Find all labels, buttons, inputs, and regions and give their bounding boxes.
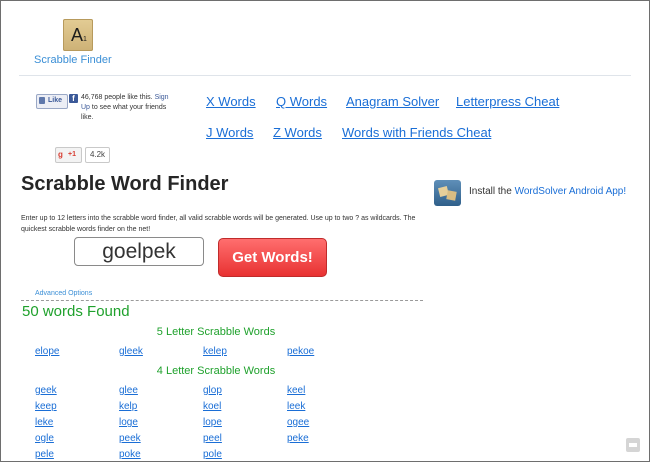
nav-link-x-words[interactable]: X Words <box>206 94 256 109</box>
install-prefix: Install the <box>469 186 515 197</box>
nav-link-q-words[interactable]: Q Words <box>276 94 327 109</box>
thumbs-up-icon <box>39 97 45 104</box>
facebook-like-count: 46,768 people like this. <box>81 94 153 101</box>
word-link[interactable]: pole <box>203 449 222 460</box>
words-found-count: 50 words Found <box>22 303 130 320</box>
word-link[interactable]: keel <box>287 385 305 396</box>
word-link[interactable]: ogee <box>287 417 309 428</box>
facebook-like-label: Like <box>48 97 63 104</box>
android-app-icon[interactable] <box>434 180 461 206</box>
google-plus-icon: g <box>58 150 63 159</box>
word-link[interactable]: poke <box>119 449 141 460</box>
logo-tile-points: 1 <box>83 36 87 43</box>
results-divider <box>21 300 423 301</box>
word-link[interactable]: kelp <box>119 401 137 412</box>
google-plus-count: 4.2k <box>85 147 110 163</box>
word-link[interactable]: geek <box>35 385 57 396</box>
header-divider <box>19 75 631 76</box>
nav-link-anagram-solver[interactable]: Anagram Solver <box>346 94 439 109</box>
word-link[interactable]: leke <box>35 417 53 428</box>
word-link[interactable]: elope <box>35 346 59 357</box>
word-link[interactable]: gleek <box>119 346 143 357</box>
nav-link-words-with-friends-cheat[interactable]: Words with Friends Cheat <box>342 125 491 140</box>
word-link[interactable]: kelep <box>203 346 227 357</box>
site-logo-text[interactable]: Scrabble Finder <box>34 54 112 66</box>
word-link[interactable]: leek <box>287 401 305 412</box>
facebook-like-button[interactable]: Like <box>36 94 68 109</box>
scrabble-tile-logo-icon[interactable]: A 1 <box>63 19 93 51</box>
word-link[interactable]: keep <box>35 401 57 412</box>
section-heading-5-letter: 5 Letter Scrabble Words <box>156 326 276 338</box>
android-app-link[interactable]: WordSolver Android App! <box>515 186 627 197</box>
word-link[interactable]: pekoe <box>287 346 314 357</box>
plus-one-label: +1 <box>68 151 76 158</box>
word-link[interactable]: ogle <box>35 433 54 444</box>
section-heading-4-letter: 4 Letter Scrabble Words <box>156 365 276 377</box>
get-words-button[interactable]: Get Words! <box>218 238 327 277</box>
app-icon-tile-b <box>446 190 457 201</box>
install-app-promo: Install the WordSolver Android App! <box>469 186 626 197</box>
facebook-social-text: 46,768 people like this. Sign Up to see … <box>81 93 171 123</box>
nav-link-z-words[interactable]: Z Words <box>273 125 322 140</box>
word-link[interactable]: glee <box>119 385 138 396</box>
word-link[interactable]: glop <box>203 385 222 396</box>
word-link[interactable]: peel <box>203 433 222 444</box>
word-link[interactable]: lope <box>203 417 222 428</box>
page-title: Scrabble Word Finder <box>21 173 229 195</box>
word-link[interactable]: koel <box>203 401 221 412</box>
browser-viewport: A 1 Scrabble Finder Like f 46,768 people… <box>0 0 650 462</box>
advanced-options-link[interactable]: Advanced Options <box>35 290 92 297</box>
word-link[interactable]: peke <box>287 433 309 444</box>
facebook-signup-rest: to see what your friends like. <box>81 104 167 121</box>
word-link[interactable]: pele <box>35 449 54 460</box>
letters-input[interactable]: goelpek <box>74 237 204 266</box>
scroll-to-top-icon[interactable] <box>626 438 640 452</box>
nav-link-j-words[interactable]: J Words <box>206 125 253 140</box>
word-link[interactable]: peek <box>119 433 141 444</box>
google-plus-one-button[interactable]: g +1 <box>55 147 82 163</box>
word-link[interactable]: loge <box>119 417 138 428</box>
finder-description: Enter up to 12 letters into the scrabble… <box>21 215 416 233</box>
nav-link-letterpress-cheat[interactable]: Letterpress Cheat <box>456 94 559 109</box>
facebook-icon: f <box>69 94 78 103</box>
logo-tile-letter: A <box>71 25 84 45</box>
